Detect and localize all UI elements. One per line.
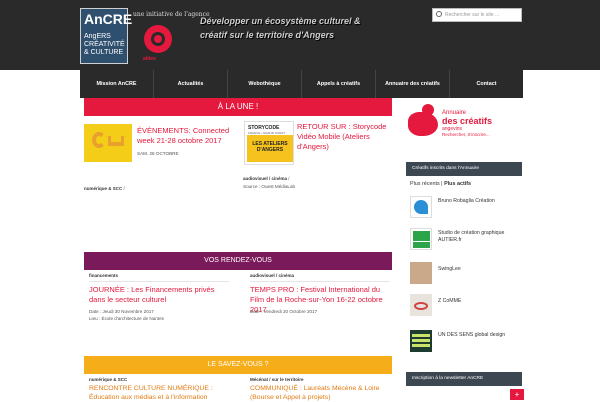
site-header: AnCRE AngERS CRÉATIVITÉ & CULTURE une in…: [0, 0, 600, 70]
angers-map-icon: [408, 112, 438, 136]
article-category[interactable]: audiovisuel / cinéma: [250, 273, 294, 278]
cw-logo-c-shape: [92, 132, 106, 148]
section-header-une: À LA UNE !: [84, 98, 392, 116]
nav-item-contact[interactable]: Contact: [450, 70, 523, 98]
tab-plus-actifs[interactable]: Plus actifs: [444, 181, 471, 187]
members-panel-header: Créatifs inscrits dans l'Annuaire: [406, 162, 522, 176]
aldev-logo-icon[interactable]: [143, 24, 173, 54]
article-category: numérique & SCC /: [84, 186, 125, 191]
tab-plus-recents[interactable]: Plus récents: [410, 181, 440, 187]
list-item[interactable]: Bruno Robaglia Création: [410, 196, 522, 220]
cw-logo-w-shape: [108, 136, 124, 146]
article-category: audiovisuel / cinéma /: [243, 176, 290, 181]
member-name: Studio de création graphique AUTIER.fr: [438, 230, 505, 243]
search-input[interactable]: Rechercher sur le site ...: [432, 8, 522, 22]
list-item[interactable]: SwingLee: [410, 262, 522, 286]
article-title-culture-numerique[interactable]: RENCONTRE CULTURE NUMÉRIQUE : Éducation …: [89, 384, 234, 402]
list-item[interactable]: Studio de création graphique AUTIER.fr: [410, 228, 522, 252]
ateliers-banner: LES ATELIERS D'ANGERS: [247, 135, 293, 162]
newsletter-panel-header: Inscription à la newsletter AnCRE: [406, 372, 522, 386]
list-item[interactable]: Z CoMME: [410, 294, 522, 318]
member-name: Z CoMME: [438, 298, 462, 304]
category-separator: /: [123, 186, 125, 191]
article-title-mecene[interactable]: COMMUNIQUÉ : Lauréats Mécène & Loire (Bo…: [250, 384, 395, 402]
event-place: Lieu : École d'architecture de Nantes: [89, 316, 164, 321]
category-link[interactable]: numérique & SCC: [84, 186, 122, 191]
article-title-storycode[interactable]: RETOUR SUR : Storycode Vidéo Mobile (Ate…: [297, 122, 393, 152]
agency-initiative-label: une initiative de l'agence: [133, 11, 210, 18]
article-title-financements[interactable]: JOURNÉE : Les Financements privés dans l…: [89, 285, 229, 305]
category-link[interactable]: audiovisuel / cinéma: [243, 176, 287, 181]
connected-week-thumbnail[interactable]: [84, 124, 132, 162]
article-category[interactable]: Mécénat / sur le territoire: [250, 377, 304, 382]
divider: [89, 281, 229, 282]
member-name: UN DES SENS global design: [438, 332, 506, 338]
event-date: Date : Vendredi 20 Octobre 2017: [250, 309, 318, 314]
article-source: Source : Ouest MédiaLab: [243, 184, 296, 189]
logo-title: AnCRE: [84, 11, 133, 27]
section-header-rendez-vous: VOS RENDEZ-VOUS: [84, 252, 392, 270]
main-nav: Mission AnCRE Actualités Webothèque Appe…: [80, 70, 523, 98]
avatar: [410, 262, 432, 284]
section-header-savez-vous: LE SAVEZ-VOUS ?: [84, 356, 392, 374]
tab-separator: |: [441, 181, 443, 187]
aldev-logo-text: aldev: [143, 56, 156, 62]
article-category[interactable]: numérique & SCC: [89, 377, 127, 382]
site-tagline: Développer un écosystème culturel & créa…: [200, 16, 361, 40]
list-item[interactable]: UN DES SENS global design: [410, 330, 522, 354]
divider: [250, 281, 390, 282]
category-separator: /: [288, 176, 290, 181]
logo-subtitle: AngERS CRÉATIVITÉ & CULTURE: [84, 33, 125, 56]
article-date: SAM. 28 OCTOBRE: [137, 151, 179, 156]
article-title-connected-week[interactable]: ÉVÈNEMENTS: Connected week 21-28 octobre…: [137, 126, 237, 146]
event-date: Date : Jeudi 30 Novembre 2017: [89, 309, 154, 314]
nav-item-appels[interactable]: Appels à créatifs: [302, 70, 376, 98]
avatar: [410, 196, 432, 218]
member-name: Bruno Robaglia Création: [438, 198, 495, 204]
angers-map-icon: [422, 104, 434, 116]
avatar: [410, 228, 432, 250]
search-icon[interactable]: [436, 11, 442, 17]
nav-item-webotheque[interactable]: Webothèque: [228, 70, 302, 98]
annuaire-banner[interactable]: Annuaire des créatifs angevins Recherche…: [398, 98, 522, 162]
members-tabs: Plus récents | Plus actifs: [410, 181, 471, 187]
banner-line: des créatifs: [442, 116, 493, 126]
article-category[interactable]: financements: [89, 273, 118, 278]
avatar: [410, 294, 432, 316]
avatar: [410, 330, 432, 352]
nav-item-annuaire[interactable]: Annuaire des créatifs: [376, 70, 450, 98]
nav-item-actualites[interactable]: Actualités: [154, 70, 228, 98]
banner-line: Rechercher, S'inscrire...: [442, 132, 490, 137]
storycode-thumbnail[interactable]: STORYCODE FRANCE • GRAND OUEST LES ATELI…: [244, 121, 294, 165]
nav-item-mission[interactable]: Mission AnCRE: [80, 70, 154, 98]
newsletter-expand-button[interactable]: +: [510, 389, 524, 400]
member-name: SwingLee: [438, 266, 461, 272]
ancre-logo[interactable]: AnCRE AngERS CRÉATIVITÉ & CULTURE: [80, 8, 133, 64]
